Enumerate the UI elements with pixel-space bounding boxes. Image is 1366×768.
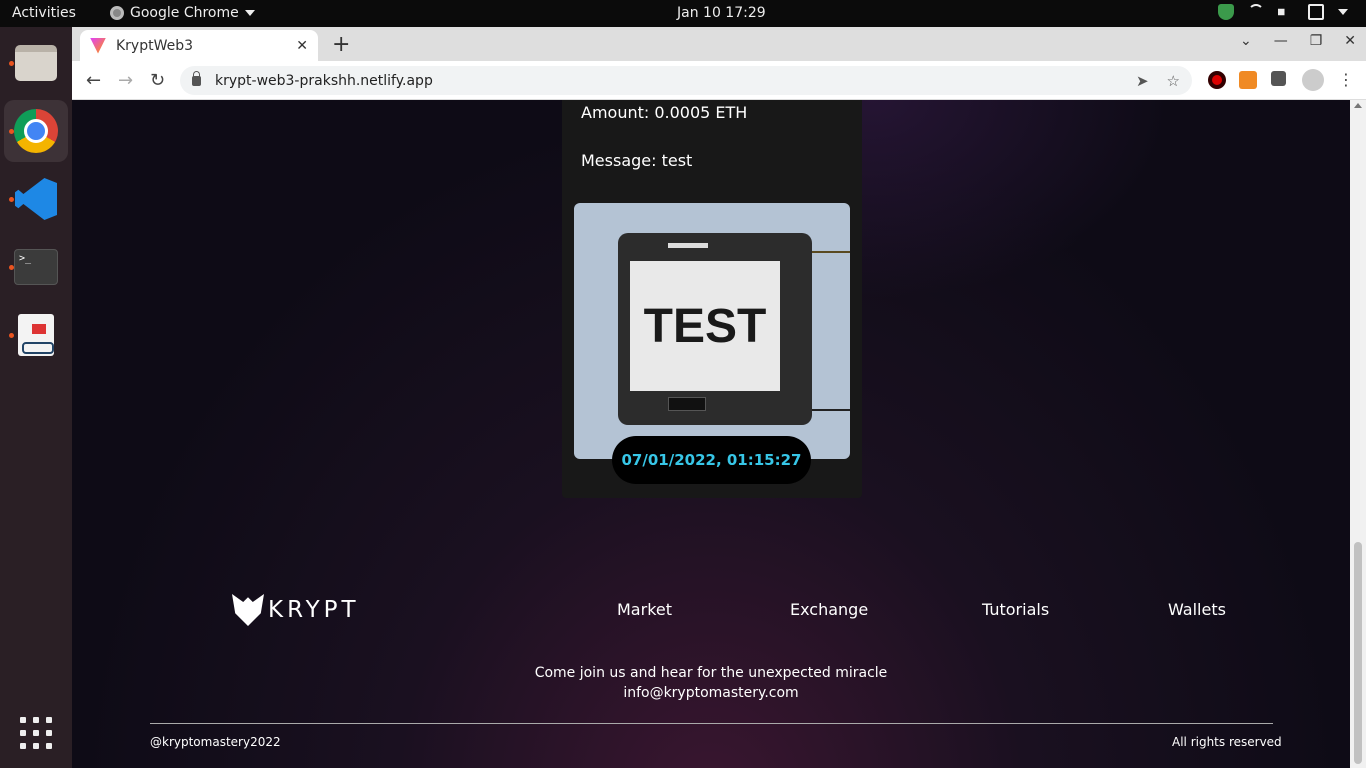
volume-icon <box>1278 4 1291 20</box>
forward-icon[interactable]: → <box>118 70 133 91</box>
footer-link-exchange[interactable]: Exchange <box>790 600 868 619</box>
system-tray[interactable] <box>1218 4 1348 20</box>
minimize-icon[interactable]: — <box>1274 33 1288 49</box>
tab-strip: KryptWeb3 ✕ + ⌄ — ❐ ✕ <box>72 27 1366 61</box>
dock-terminal[interactable]: >_ <box>4 236 68 298</box>
document-viewer-icon <box>18 314 54 356</box>
dock-chrome[interactable] <box>4 100 68 162</box>
footer-divider <box>150 723 1273 724</box>
footer-handle: @kryptomastery2022 <box>150 735 281 749</box>
send-icon[interactable]: ➤ <box>1136 72 1149 90</box>
new-tab-icon[interactable]: + <box>332 32 350 57</box>
test-paper: TEST <box>630 261 780 391</box>
scrollbar-thumb[interactable] <box>1354 542 1362 764</box>
scroll-up-icon[interactable] <box>1354 103 1362 108</box>
transaction-amount: Amount: 0.0005 ETH <box>581 103 748 122</box>
footer-rights: All rights reserved <box>1172 735 1282 749</box>
krypt-logo[interactable]: KRYPT <box>232 594 360 626</box>
footer-link-wallets[interactable]: Wallets <box>1168 600 1226 619</box>
page-scrollbar[interactable] <box>1350 100 1366 768</box>
tab-search-icon[interactable]: ⌄ <box>1240 33 1252 49</box>
close-tab-icon[interactable]: ✕ <box>296 38 308 54</box>
chrome-icon <box>110 6 124 20</box>
system-top-bar: Activities Google Chrome Jan 10 17:29 <box>0 0 1366 27</box>
footer-email: info@kryptomastery.com <box>623 685 799 701</box>
url-text[interactable]: krypt-web3-prakshh.netlify.app <box>215 73 1118 89</box>
transaction-gif: TEST <box>574 203 850 459</box>
chevron-down-icon[interactable] <box>1338 9 1348 15</box>
running-indicator <box>9 129 14 134</box>
footer-link-tutorials[interactable]: Tutorials <box>982 600 1049 619</box>
running-indicator <box>9 61 14 66</box>
browser-toolbar: ← → ↻ krypt-web3-prakshh.netlify.app ➤ ☆… <box>72 61 1366 100</box>
footer-tagline: Come join us and hear for the unexpected… <box>534 665 888 681</box>
dock-vscode[interactable] <box>4 168 68 230</box>
transaction-timestamp: 07/01/2022, 01:15:27 <box>612 436 811 484</box>
running-indicator <box>9 333 14 338</box>
wifi-icon <box>1248 4 1264 20</box>
chrome-icon <box>14 109 58 153</box>
bookmark-star-icon[interactable]: ☆ <box>1167 72 1180 90</box>
logo-wordmark: KRYPT <box>268 597 360 623</box>
window-controls: ⌄ — ❐ ✕ <box>1240 33 1356 49</box>
vscode-icon <box>15 178 57 220</box>
app-menu[interactable]: Google Chrome <box>110 5 255 21</box>
clock[interactable]: Jan 10 17:29 <box>677 5 766 21</box>
battery-icon <box>1308 4 1324 20</box>
printer-device: TEST <box>618 233 812 425</box>
metamask-icon[interactable] <box>1239 71 1257 89</box>
site-favicon-icon <box>90 37 106 54</box>
tab-kryptweb3[interactable]: KryptWeb3 ✕ <box>80 30 318 61</box>
dock-document-viewer[interactable] <box>4 304 68 366</box>
profile-avatar[interactable] <box>1302 69 1324 91</box>
fox-logo-icon <box>232 594 264 626</box>
transaction-message: Message: test <box>581 151 693 170</box>
running-indicator <box>9 265 14 270</box>
dock-files[interactable] <box>4 32 68 94</box>
extensions-puzzle-icon[interactable] <box>1271 71 1286 86</box>
reload-icon[interactable]: ↻ <box>150 70 165 91</box>
address-bar[interactable]: krypt-web3-prakshh.netlify.app ➤ ☆ <box>180 66 1192 95</box>
app-menu-label: Google Chrome <box>130 5 239 21</box>
lock-icon[interactable] <box>192 70 201 86</box>
activities-button[interactable]: Activities <box>12 5 76 21</box>
tab-title: KryptWeb3 <box>116 37 194 54</box>
back-icon[interactable]: ← <box>86 70 101 91</box>
dock: >_ <box>0 27 72 768</box>
restore-icon[interactable]: ❐ <box>1310 33 1323 49</box>
transaction-card: Amount: 0.0005 ETH Message: test TEST 07… <box>562 100 862 498</box>
page-content: Amount: 0.0005 ETH Message: test TEST 07… <box>72 100 1350 768</box>
browser-window: KryptWeb3 ✕ + ⌄ — ❐ ✕ ← → ↻ krypt-web3-p… <box>72 27 1366 768</box>
chevron-down-icon <box>244 10 255 16</box>
footer-link-market[interactable]: Market <box>617 600 672 619</box>
close-window-icon[interactable]: ✕ <box>1344 33 1356 49</box>
running-indicator <box>9 197 14 202</box>
extension-record-icon[interactable] <box>1208 71 1226 89</box>
terminal-icon: >_ <box>14 249 58 285</box>
files-icon <box>15 45 57 81</box>
shield-icon[interactable] <box>1218 4 1234 20</box>
show-applications-icon[interactable] <box>20 717 52 749</box>
more-menu-icon[interactable]: ⋮ <box>1338 70 1354 89</box>
